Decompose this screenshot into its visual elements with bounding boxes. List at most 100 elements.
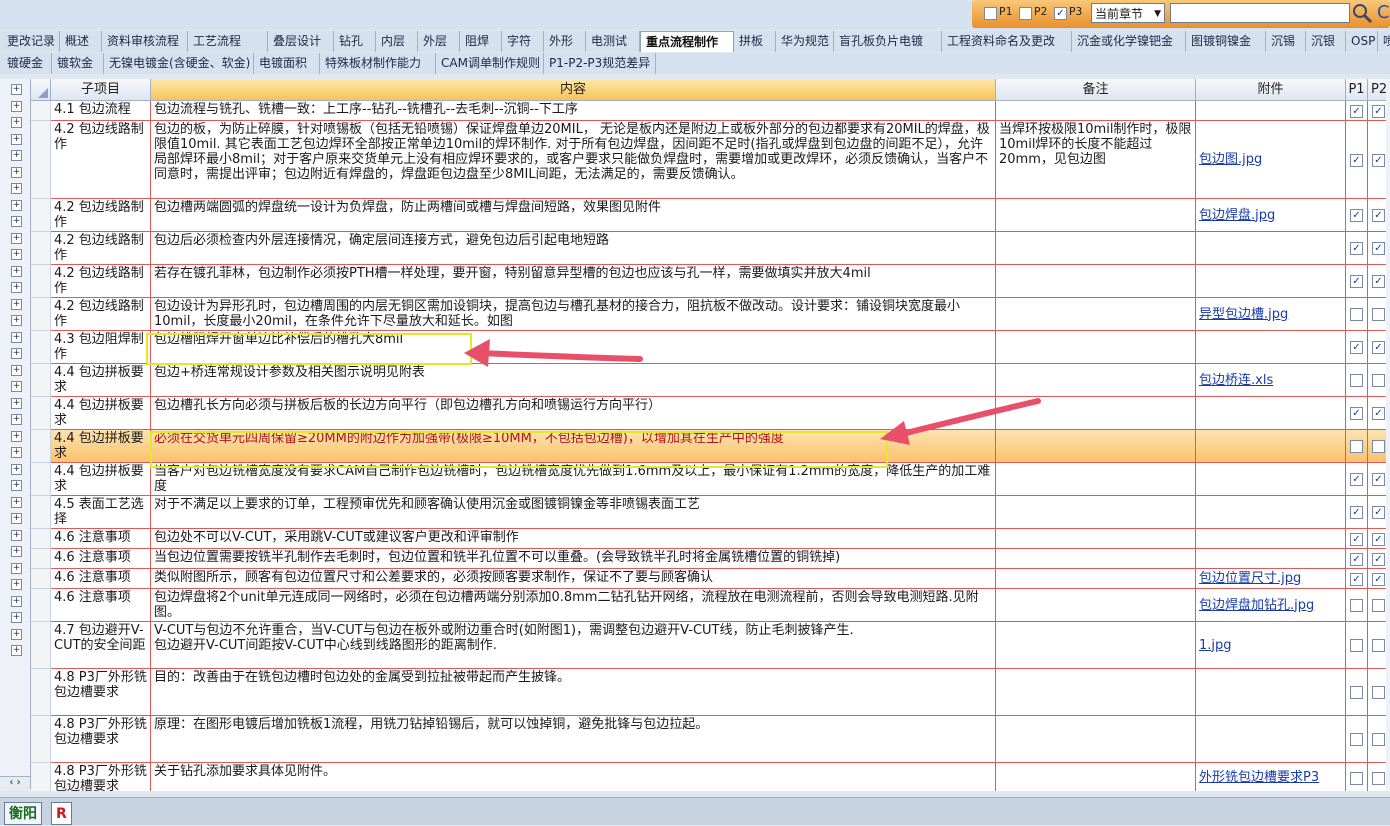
header-note[interactable]: 备注 <box>996 79 1196 101</box>
sub-item-cell[interactable]: 4.8 P3厂外形铣包边槽要求 <box>51 669 151 716</box>
p1-checkbox[interactable]: ✓ <box>1350 341 1363 354</box>
p3-filter-checkbox[interactable]: ✓ <box>1054 7 1067 20</box>
tab-10[interactable]: 外形 <box>544 31 586 52</box>
p2-checkbox[interactable]: ✓ <box>1372 572 1385 586</box>
row-header[interactable] <box>31 232 51 265</box>
expand-icon[interactable]: + <box>11 84 22 95</box>
content-cell[interactable]: V-CUT与包边不允许重合，当V-CUT与包边在板外或附边重合时(如附图1)，需… <box>151 622 996 669</box>
content-cell[interactable]: 包边流程与铣孔、铣槽一致：上工序--钻孔--铣槽孔--去毛刺--沉铜--下工序 <box>151 101 996 121</box>
table-row[interactable]: 4.7 包边避开V-CUT的安全间距 V-CUT与包边不允许重合，当V-CUT与包… <box>31 622 1390 669</box>
table-row[interactable]: 4.2 包边线路制作 包边后必须检查内外层连接情况，确定层间连接方式，避免包边后引… <box>31 232 1390 265</box>
attachment-cell[interactable]: 包边位置尺寸.jpg <box>1196 569 1346 589</box>
expand-icon[interactable]: + <box>11 562 22 574</box>
row-header[interactable] <box>31 549 51 569</box>
p1-checkbox[interactable]: ✓ <box>1350 473 1363 486</box>
p1-filter-checkbox[interactable] <box>984 7 997 20</box>
p1-cell[interactable]: ✓ <box>1346 529 1368 549</box>
p2-checkbox[interactable]: ✓ <box>1372 153 1385 167</box>
expand-icon[interactable]: + <box>11 463 22 475</box>
sub-item-cell[interactable]: 4.2 包边线路制作 <box>51 265 151 298</box>
p1-cell[interactable]: ✓ <box>1346 397 1368 430</box>
p2-checkbox[interactable] <box>1372 308 1385 321</box>
content-cell[interactable]: 关于钻孔添加要求具体见附件。 <box>151 763 996 791</box>
content-cell[interactable]: 包边后必须检查内外层连接情况，确定层间连接方式，避免包边后引起电地短路 <box>151 232 996 265</box>
sheet-tab[interactable]: 衡阳 <box>4 802 42 825</box>
p2-checkbox[interactable]: ✓ <box>1372 407 1385 420</box>
content-cell[interactable]: 包边设计为异形孔时，包边槽周围的内层无铜区需加设铜块，提高包边与槽孔基材的接合力… <box>151 298 996 331</box>
expand-icon[interactable]: + <box>11 579 22 590</box>
tab2-6[interactable]: P1-P2-P3规范差异 <box>544 53 656 74</box>
note-cell[interactable] <box>996 331 1196 364</box>
p1-checkbox[interactable] <box>1350 639 1363 652</box>
sub-item-cell[interactable]: 4.2 包边线路制作 <box>51 121 151 199</box>
attachment-cell[interactable] <box>1196 331 1346 364</box>
note-cell[interactable] <box>996 496 1196 529</box>
p2-checkbox[interactable] <box>1372 440 1385 453</box>
sub-item-cell[interactable]: 4.7 包边避开V-CUT的安全间距 <box>51 622 151 669</box>
attachment-cell[interactable] <box>1196 463 1346 496</box>
p1-checkbox[interactable]: ✓ <box>1350 506 1363 519</box>
tab-12[interactable]: 重点流程制作 <box>640 31 734 52</box>
search-button[interactable] <box>1350 1 1374 25</box>
expand-icon[interactable]: + <box>11 331 22 343</box>
table-row[interactable]: 4.2 包边线路制作 包边的板，为防止碎膜，针对喷锡板（包括无铅喷锡）保证焊盘单边… <box>31 121 1390 199</box>
tab-8[interactable]: 阻焊 <box>460 31 502 52</box>
tab-17[interactable]: 沉金或化学镍钯金 <box>1072 31 1186 52</box>
content-cell[interactable]: 原理：在图形电镀后增加铣板1流程，用铣刀钻掉铅锡后，就可以蚀掉铜，避免批锋与包边… <box>151 716 996 763</box>
p1-checkbox[interactable]: ✓ <box>1350 153 1363 167</box>
p1-cell[interactable] <box>1346 716 1368 763</box>
table-row[interactable]: 4.5 表面工艺选择 对于不满足以上要求的订单，工程预审优先和顾客确认使用沉金或图… <box>31 496 1390 529</box>
p2-checkbox[interactable]: ✓ <box>1372 275 1385 288</box>
table-row[interactable]: 4.2 包边线路制作 若存在镀孔菲林，包边制作必须按PTH槽一样处理，要开窗，特别… <box>31 265 1390 298</box>
header-p1[interactable]: P1 <box>1346 79 1368 101</box>
expand-icon[interactable]: + <box>11 645 22 656</box>
p2-checkbox[interactable]: ✓ <box>1372 104 1385 118</box>
sub-item-cell[interactable]: 4.2 包边线路制作 <box>51 232 151 265</box>
expand-icon[interactable]: + <box>11 249 22 260</box>
attachment-link[interactable]: 1.jpg <box>1199 638 1232 653</box>
tab-6[interactable]: 内层 <box>376 31 418 52</box>
tab-7[interactable]: 外层 <box>418 31 460 52</box>
attachment-cell[interactable]: 外形铣包边槽要求P3 <box>1196 763 1346 791</box>
p1-checkbox[interactable] <box>1350 440 1363 453</box>
p2-filter-checkbox[interactable] <box>1019 7 1032 20</box>
note-cell[interactable] <box>996 232 1196 265</box>
row-header[interactable] <box>31 669 51 716</box>
header-sub-item[interactable]: 子项目 <box>51 79 151 101</box>
note-cell[interactable] <box>996 265 1196 298</box>
p2-checkbox[interactable]: ✓ <box>1372 242 1385 255</box>
p1-cell[interactable] <box>1346 364 1368 397</box>
p1-cell[interactable] <box>1346 430 1368 463</box>
attachment-cell[interactable] <box>1196 529 1346 549</box>
note-cell[interactable] <box>996 199 1196 232</box>
tab-3[interactable]: 工艺流程 <box>188 31 268 52</box>
p1-checkbox[interactable] <box>1350 733 1363 746</box>
tab-0[interactable]: 更改记录 <box>2 31 60 52</box>
attachment-cell[interactable] <box>1196 101 1346 121</box>
tab2-5[interactable]: CAM调单制作规则 <box>436 53 544 74</box>
expand-icon[interactable]: + <box>11 513 22 524</box>
note-cell[interactable] <box>996 298 1196 331</box>
note-cell[interactable] <box>996 669 1196 716</box>
sub-item-cell[interactable]: 4.1 包边流程 <box>51 101 151 121</box>
p1-cell[interactable] <box>1346 669 1368 716</box>
row-header[interactable] <box>31 199 51 232</box>
tab-13[interactable]: 拼板 <box>734 31 776 52</box>
row-header[interactable] <box>31 364 51 397</box>
horizontal-scrollbar[interactable]: ‹ › <box>0 776 30 791</box>
sub-item-cell[interactable]: 4.8 P3厂外形铣包边槽要求 <box>51 763 151 791</box>
tab-19[interactable]: 沉锡 <box>1266 31 1306 52</box>
note-cell[interactable]: 当焊环按极限10mil制作时，极限10mil焊环的长度不能超过20mm，见包边图 <box>996 121 1196 199</box>
expand-icon[interactable]: + <box>11 430 22 442</box>
attachment-cell[interactable] <box>1196 716 1346 763</box>
row-header[interactable] <box>31 298 51 331</box>
expand-icon[interactable]: + <box>11 397 22 409</box>
row-header[interactable] <box>31 397 51 430</box>
p1-checkbox[interactable] <box>1350 771 1363 785</box>
row-header[interactable] <box>31 430 51 463</box>
tab2-4[interactable]: 特殊板材制作能力 <box>320 53 436 74</box>
note-cell[interactable] <box>996 589 1196 622</box>
sub-item-cell[interactable]: 4.3 包边阻焊制作 <box>51 331 151 364</box>
tab-16[interactable]: 工程资料命名及更改 <box>942 31 1072 52</box>
tab-18[interactable]: 图镀铜镍金 <box>1186 31 1266 52</box>
